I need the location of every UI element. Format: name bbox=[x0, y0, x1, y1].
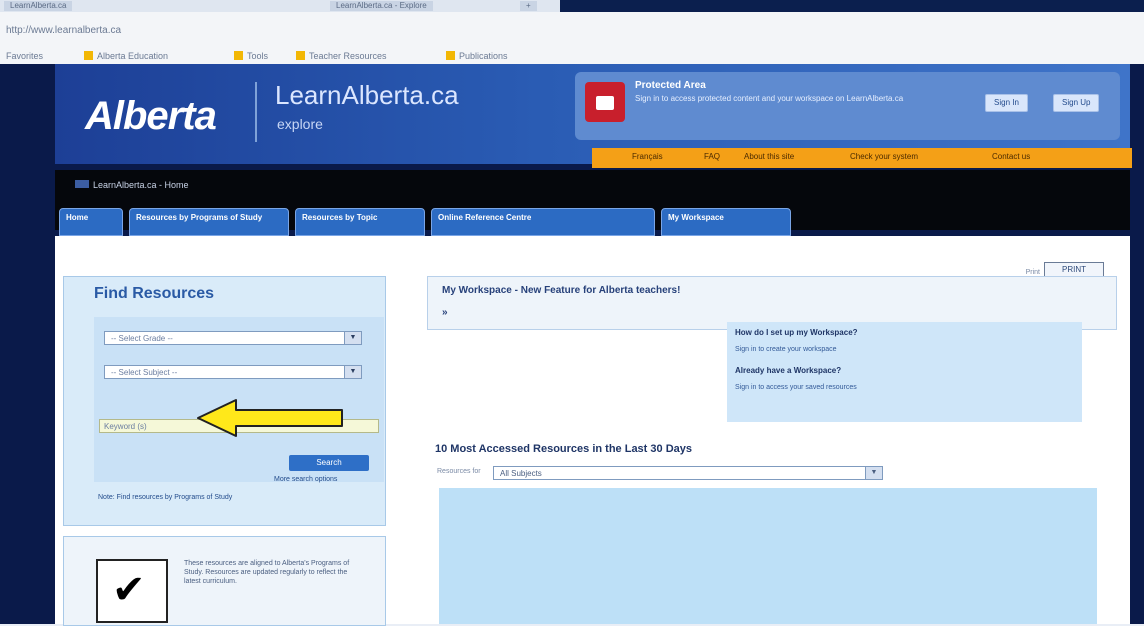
favorites-item[interactable]: Tools bbox=[234, 50, 268, 62]
utility-link[interactable]: Check your system bbox=[850, 152, 918, 161]
grade-select[interactable]: -- Select Grade -- ▼ bbox=[104, 331, 362, 345]
workspace-info-box: How do I set up my Workspace? Sign in to… bbox=[727, 322, 1082, 422]
utility-link[interactable]: Contact us bbox=[992, 152, 1030, 161]
browser-tab-strip: LearnAlberta.ca LearnAlberta.ca - Explor… bbox=[0, 0, 1144, 12]
site-banner: Alberta LearnAlberta.ca explore Protecte… bbox=[55, 64, 1132, 168]
new-tab-button[interactable]: + bbox=[520, 1, 537, 11]
yellow-arrow-icon bbox=[197, 399, 343, 437]
folder-icon bbox=[84, 51, 93, 60]
tab-home[interactable]: Home bbox=[59, 208, 123, 236]
find-resources-title: Find Resources bbox=[94, 285, 215, 302]
tab-reference-centre[interactable]: Online Reference Centre bbox=[431, 208, 655, 236]
info-question: How do I set up my Workspace? bbox=[735, 328, 858, 337]
subject-filter-select[interactable]: All Subjects ▼ bbox=[493, 466, 883, 480]
main-nav-bar: LearnAlberta.ca - Home Home Resources by… bbox=[55, 170, 1130, 236]
browser-chrome: LearnAlberta.ca LearnAlberta.ca - Explor… bbox=[0, 0, 1144, 64]
utility-nav: Français FAQ About this site Check your … bbox=[592, 148, 1132, 168]
brand-icon bbox=[75, 180, 89, 188]
favorites-item[interactable]: Teacher Resources bbox=[296, 50, 387, 62]
chevron-down-icon[interactable]: ▼ bbox=[344, 332, 361, 344]
window-titlebar bbox=[560, 0, 1144, 12]
most-accessed-results bbox=[439, 488, 1097, 624]
subject-select[interactable]: -- Select Subject -- ▼ bbox=[104, 365, 362, 379]
tab-my-workspace[interactable]: My Workspace bbox=[661, 208, 791, 236]
checklist-promo: ✔ These resources are aligned to Alberta… bbox=[63, 536, 386, 626]
sign-in-button[interactable]: Sign In bbox=[985, 94, 1028, 112]
filter-label: Resources for bbox=[437, 468, 481, 475]
address-bar[interactable]: http://www.learnalberta.ca bbox=[0, 22, 1144, 40]
find-note[interactable]: Note: Find resources by Programs of Stud… bbox=[98, 493, 298, 502]
utility-link[interactable]: Français bbox=[632, 152, 663, 161]
info-link[interactable]: Sign in to access your saved resources bbox=[735, 384, 857, 391]
chevron-down-icon[interactable]: ▼ bbox=[344, 366, 361, 378]
signin-title: Protected Area bbox=[635, 80, 706, 91]
checklist-image: ✔ bbox=[96, 559, 168, 623]
most-accessed-title: 10 Most Accessed Resources in the Last 3… bbox=[435, 443, 692, 455]
checklist-text: These resources are aligned to Alberta's… bbox=[184, 560, 350, 585]
checkmark-icon: ✔ bbox=[112, 568, 146, 612]
chevron-down-icon[interactable]: ▼ bbox=[865, 467, 882, 479]
signin-description: Sign in to access protected content and … bbox=[635, 94, 904, 103]
browser-tab[interactable]: LearnAlberta.ca bbox=[4, 1, 73, 11]
site-subtitle: explore bbox=[277, 116, 323, 132]
alberta-logo[interactable]: Alberta bbox=[85, 94, 217, 139]
brand-bar: LearnAlberta.ca - Home bbox=[75, 180, 189, 190]
sign-up-button[interactable]: Sign Up bbox=[1053, 94, 1100, 112]
utility-link[interactable]: FAQ bbox=[704, 152, 720, 161]
workspace-title: My Workspace - New Feature for Alberta t… bbox=[442, 285, 681, 296]
utility-link[interactable]: About this site bbox=[744, 152, 794, 161]
browser-tab[interactable]: LearnAlberta.ca - Explore bbox=[330, 1, 433, 11]
favorites-bar: Favorites Alberta Education Tools Teache… bbox=[0, 48, 1144, 64]
workspace-more-link[interactable]: » bbox=[442, 307, 448, 318]
print-label: Print bbox=[1025, 269, 1040, 276]
folder-icon bbox=[234, 51, 243, 60]
folder-icon bbox=[296, 51, 305, 60]
info-link[interactable]: Sign in to create your workspace bbox=[735, 346, 837, 353]
favorites-item[interactable]: Publications bbox=[446, 50, 508, 62]
site-title[interactable]: LearnAlberta.ca bbox=[275, 80, 459, 111]
tab-topic[interactable]: Resources by Topic bbox=[295, 208, 425, 236]
tab-programs-of-study[interactable]: Resources by Programs of Study bbox=[129, 208, 289, 236]
search-button[interactable]: Search bbox=[289, 455, 369, 471]
banner-divider bbox=[255, 82, 257, 142]
more-search-options-link[interactable]: More search options bbox=[274, 476, 337, 483]
web-page: Alberta LearnAlberta.ca explore Protecte… bbox=[0, 64, 1144, 626]
folder-icon bbox=[446, 51, 455, 60]
signin-panel: Protected Area Sign in to access protect… bbox=[575, 72, 1120, 140]
info-question: Already have a Workspace? bbox=[735, 366, 842, 375]
favorites-item[interactable]: Favorites bbox=[6, 50, 43, 62]
favorites-item[interactable]: Alberta Education bbox=[84, 50, 168, 62]
lock-icon bbox=[585, 82, 625, 122]
